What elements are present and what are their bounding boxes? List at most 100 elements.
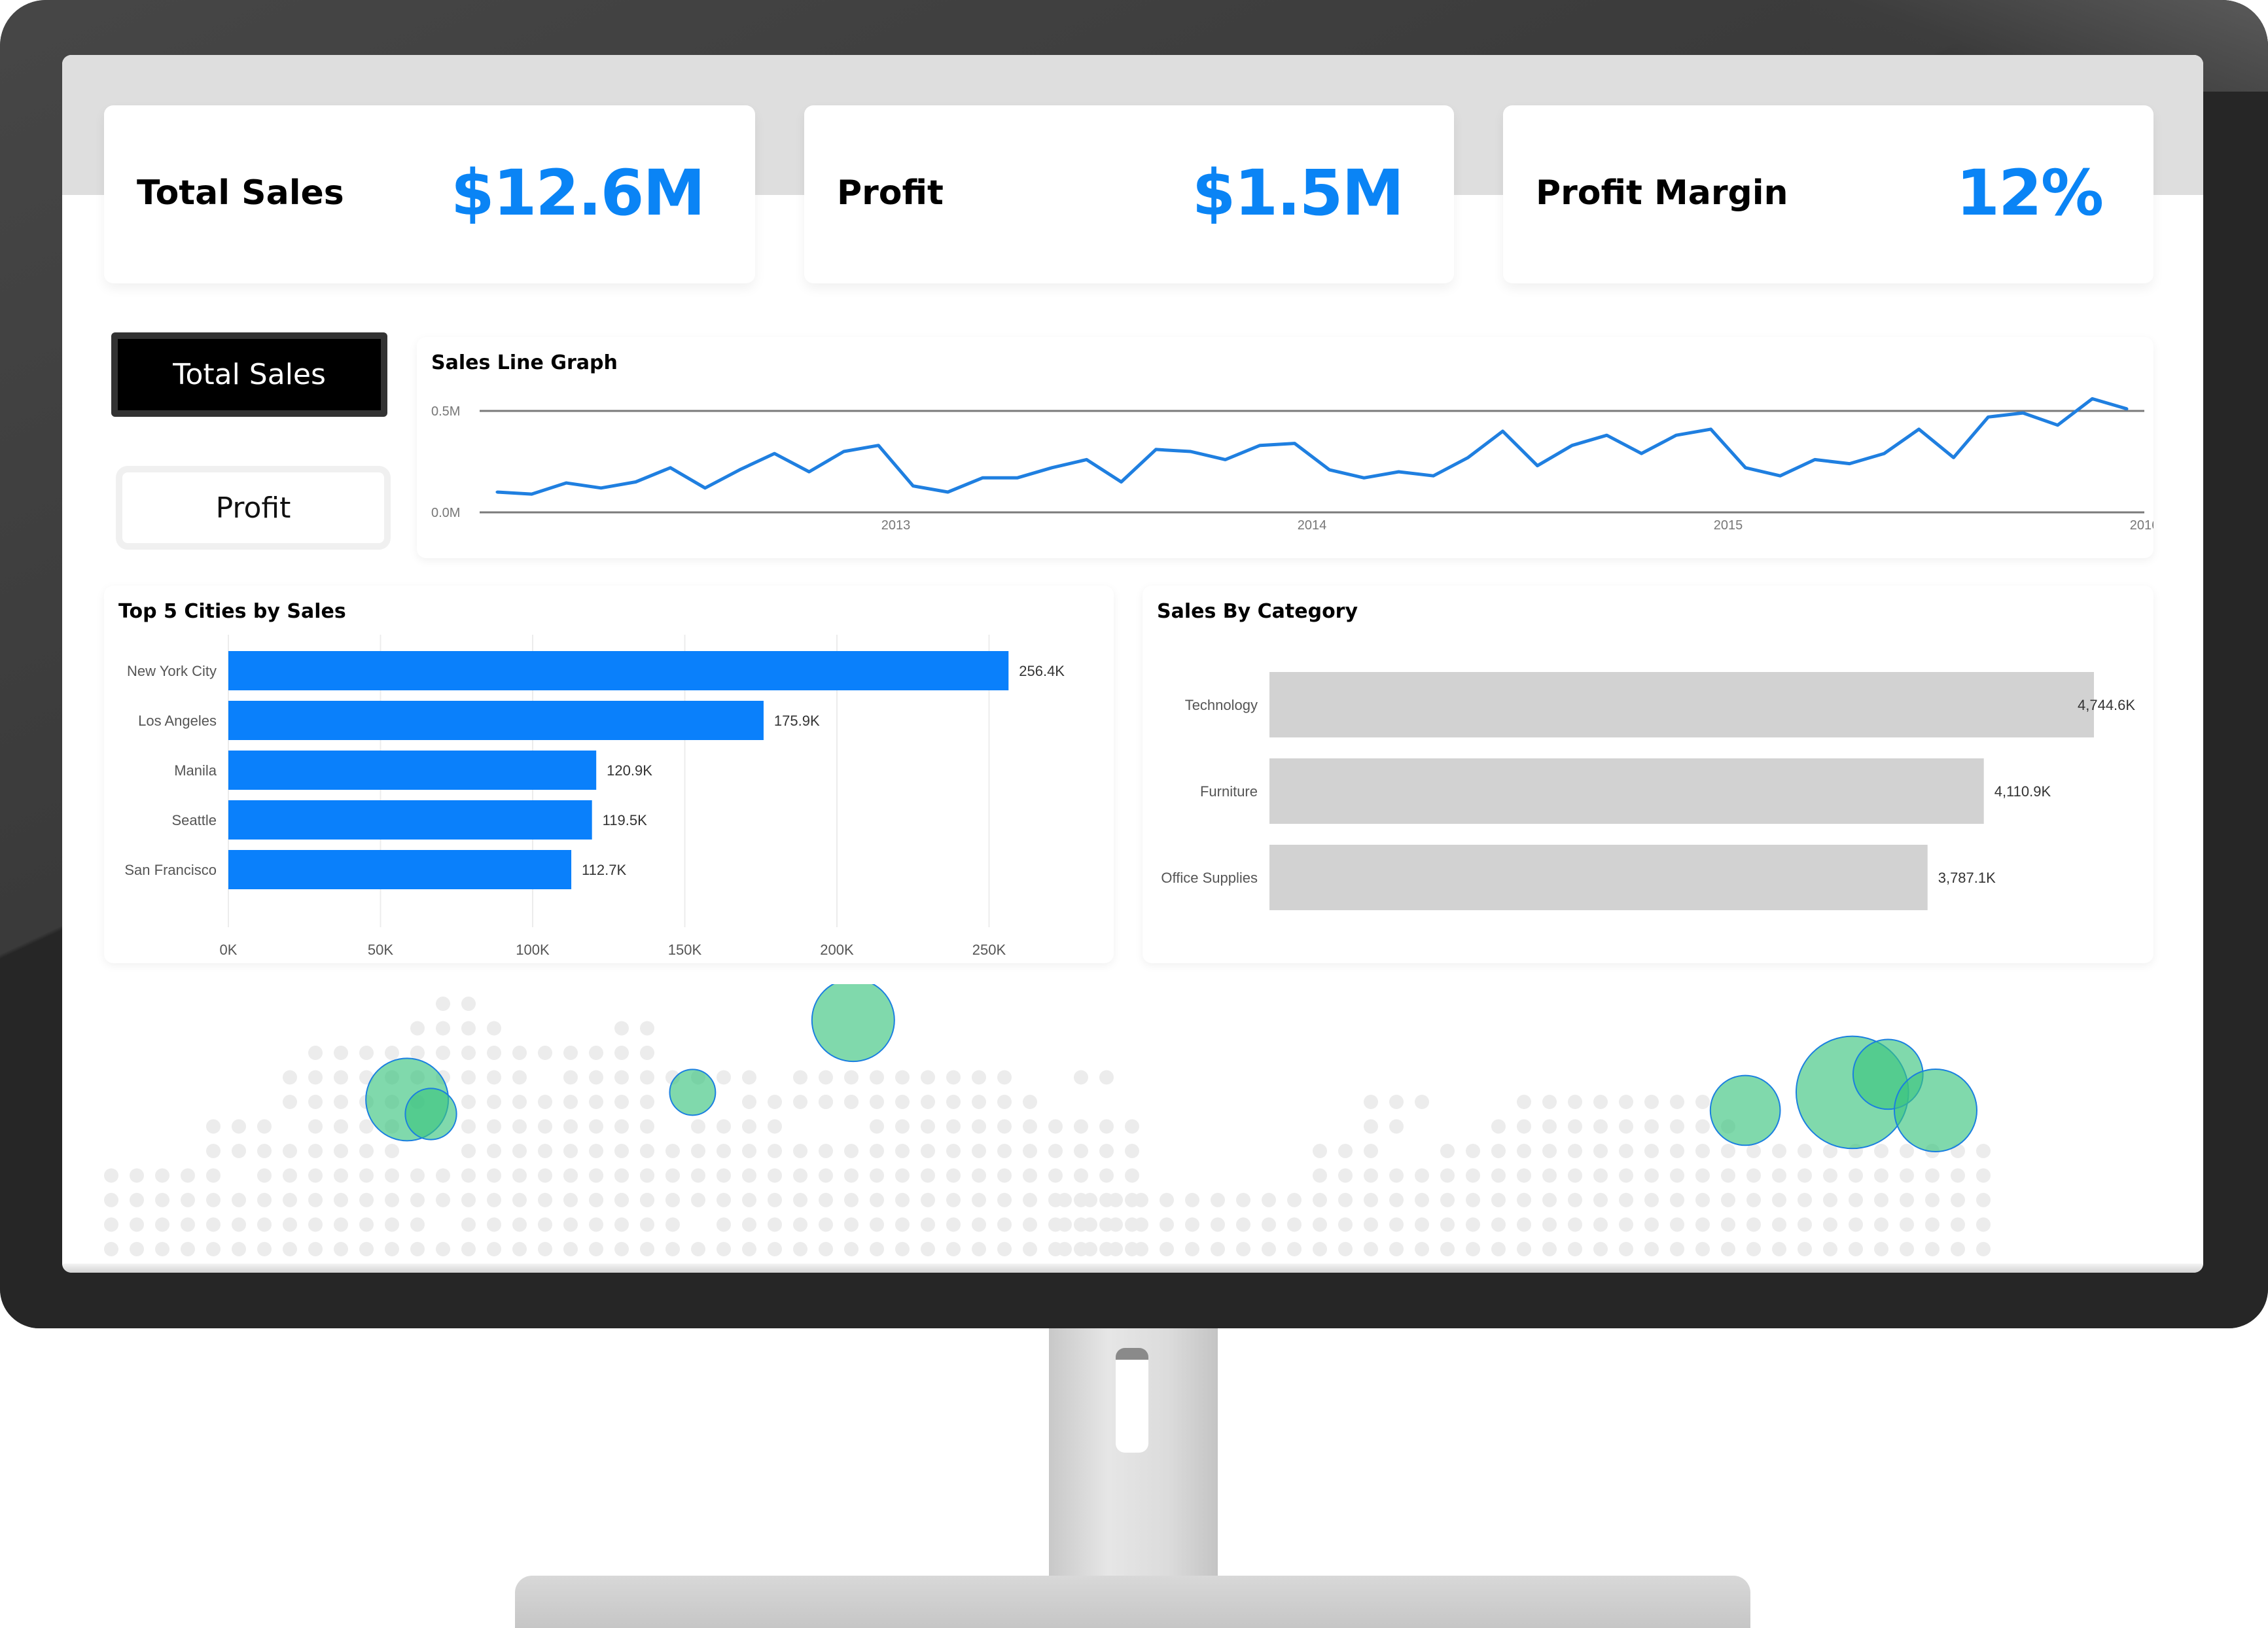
map-dot [1023, 1119, 1037, 1134]
category-bar[interactable] [1269, 672, 2094, 737]
map-bubble[interactable] [1709, 1074, 1781, 1146]
line-data-point[interactable] [1293, 442, 1296, 445]
map-bubble[interactable] [811, 984, 895, 1063]
map-dot [359, 1193, 374, 1207]
line-data-point[interactable] [1154, 448, 1158, 451]
sales-bubble-map[interactable] [62, 984, 2203, 1273]
line-data-point[interactable] [2091, 397, 2094, 400]
line-data-point[interactable] [1016, 476, 1019, 480]
line-data-point[interactable] [703, 486, 707, 489]
line-data-point[interactable] [669, 466, 672, 469]
map-dot [946, 1095, 961, 1109]
map-dot [308, 1168, 323, 1183]
line-data-point[interactable] [599, 486, 603, 489]
line-data-point[interactable] [1917, 427, 1921, 431]
map-dot [1389, 1168, 1404, 1183]
line-data-point[interactable] [1050, 466, 1054, 469]
line-data-point[interactable] [1779, 474, 1782, 478]
line-data-point[interactable] [842, 450, 845, 453]
map-dot [1593, 1119, 1608, 1134]
map-dot [283, 1144, 297, 1158]
map-dot [844, 1095, 859, 1109]
category-bar[interactable] [1269, 758, 1984, 824]
line-data-point[interactable] [981, 476, 984, 480]
map-bubble[interactable] [1894, 1068, 1977, 1152]
map-dot [717, 1070, 731, 1085]
map-dot [972, 1144, 986, 1158]
line-data-point[interactable] [1536, 464, 1539, 467]
line-data-point[interactable] [1258, 444, 1262, 447]
total-sales-toggle-button[interactable]: Total Sales [111, 332, 387, 417]
city-bar[interactable] [228, 850, 572, 889]
line-data-point[interactable] [634, 480, 637, 484]
line-data-point[interactable] [1328, 468, 1331, 471]
map-dot [589, 1242, 603, 1256]
map-dot [1074, 1168, 1088, 1183]
city-bar[interactable] [228, 701, 764, 740]
line-data-point[interactable] [1501, 430, 1504, 433]
city-bar[interactable] [228, 800, 592, 840]
line-data-point[interactable] [946, 491, 949, 493]
line-data-point[interactable] [1466, 456, 1470, 459]
line-data-point[interactable] [1640, 452, 1643, 455]
map-dot [512, 1119, 527, 1134]
map-dot [385, 1168, 399, 1183]
map-dot [308, 1095, 323, 1109]
line-data-point[interactable] [1605, 434, 1608, 437]
line-data-point[interactable] [2021, 412, 2025, 415]
category-label: San Francisco [124, 862, 217, 878]
line-data-point[interactable] [565, 482, 568, 485]
map-dot [691, 1168, 705, 1183]
line-data-point[interactable] [1189, 450, 1192, 453]
map-dot [972, 1095, 986, 1109]
line-data-point[interactable] [1362, 476, 1366, 480]
line-data-point[interactable] [1397, 470, 1400, 473]
line-data-point[interactable] [1848, 462, 1851, 465]
map-bubble[interactable] [669, 1069, 717, 1116]
map-bubble[interactable] [404, 1088, 457, 1141]
line-data-point[interactable] [1120, 480, 1123, 484]
line-data-point[interactable] [2056, 423, 2059, 427]
line-data-point[interactable] [495, 491, 499, 493]
line-data-point[interactable] [1432, 474, 1435, 478]
line-data-point[interactable] [1883, 452, 1886, 455]
map-dot [1925, 1242, 1940, 1256]
line-data-point[interactable] [1987, 416, 1990, 419]
line-data-point[interactable] [1709, 427, 1712, 431]
map-dot [997, 1095, 1012, 1109]
map-dot [1568, 1119, 1582, 1134]
line-data-point[interactable] [1744, 466, 1747, 469]
line-data-point[interactable] [807, 470, 811, 473]
map-dot [921, 1217, 935, 1232]
line-data-point[interactable] [530, 493, 533, 496]
line-data-point[interactable] [1674, 434, 1678, 437]
map-dot [768, 1119, 782, 1134]
map-dot [921, 1070, 935, 1085]
city-bar[interactable] [228, 751, 597, 790]
line-data-point[interactable] [1813, 458, 1816, 461]
map-dot [1415, 1095, 1429, 1109]
city-bar[interactable] [228, 651, 1009, 690]
category-bar[interactable] [1269, 845, 1928, 910]
profit-toggle-button[interactable]: Profit [116, 466, 391, 550]
map-dot [512, 1046, 527, 1060]
line-data-point[interactable] [1224, 458, 1227, 461]
line-data-point[interactable] [2125, 407, 2129, 410]
line-data-point[interactable] [1570, 444, 1574, 447]
line-data-point[interactable] [1085, 458, 1088, 461]
map-dot [512, 1070, 527, 1085]
map-dot [665, 1144, 680, 1158]
line-data-point[interactable] [773, 452, 776, 455]
map-dot [487, 1217, 501, 1232]
map-dot [155, 1193, 169, 1207]
map-dot [1619, 1095, 1633, 1109]
line-data-point[interactable] [738, 468, 741, 471]
map-dot [1976, 1242, 1991, 1256]
map-dot [563, 1242, 578, 1256]
line-data-point[interactable] [912, 484, 915, 487]
line-data-point[interactable] [1952, 456, 1955, 459]
map-dot [1125, 1168, 1139, 1183]
map-dot [1364, 1144, 1378, 1158]
map-dot [614, 1021, 629, 1036]
line-data-point[interactable] [877, 444, 880, 447]
